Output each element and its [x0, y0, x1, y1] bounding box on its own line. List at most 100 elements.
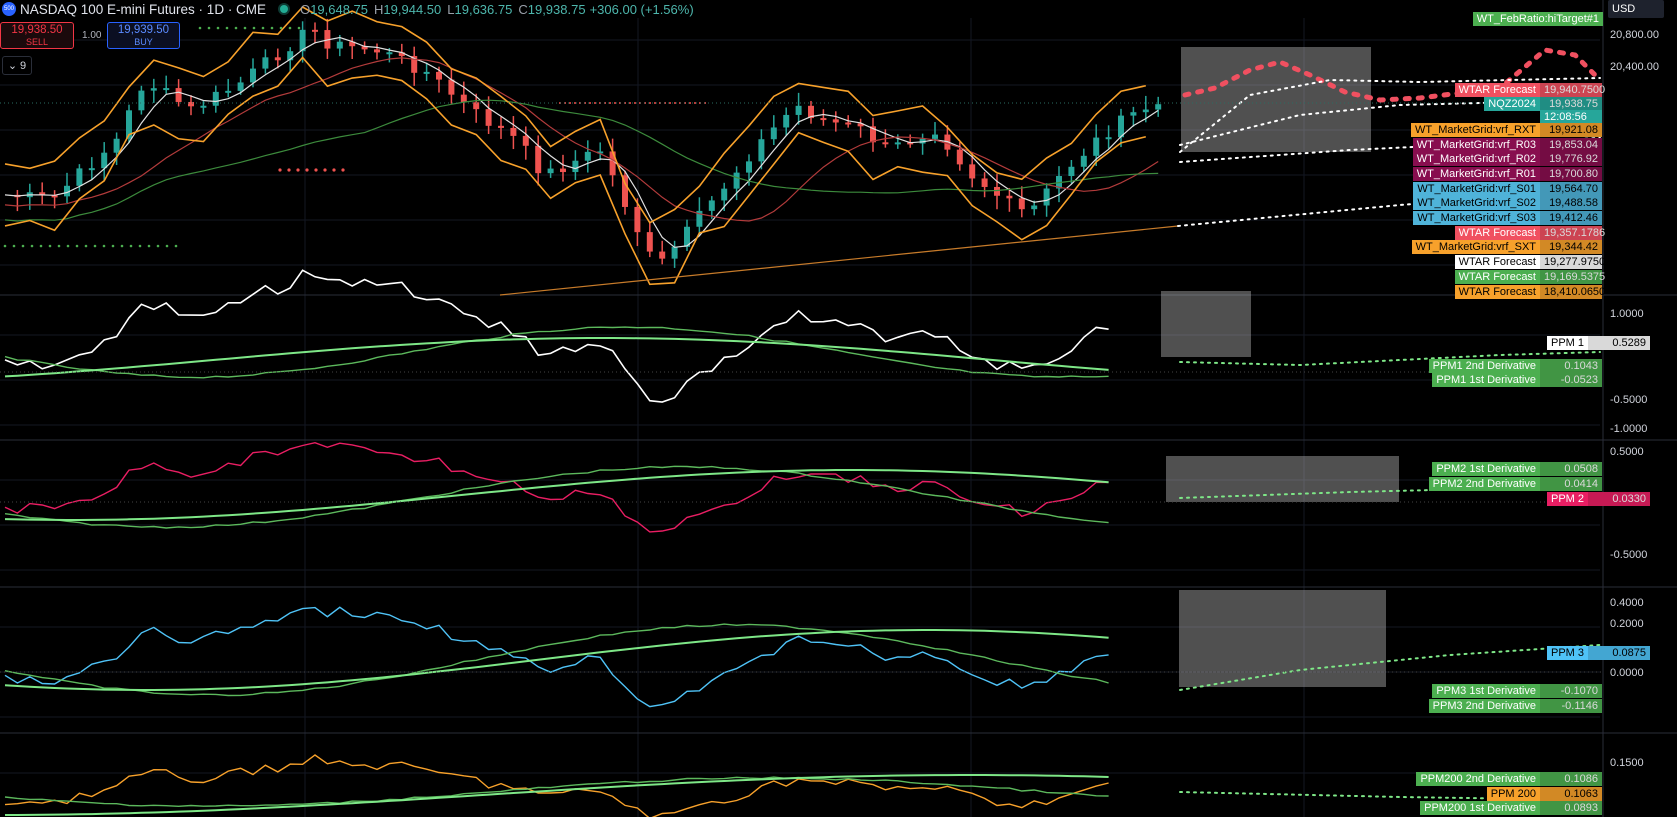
- marker-dot: [66, 244, 70, 248]
- price-label[interactable]: WT_MarketGrid:vrf_SXT 19,344.42: [1411, 240, 1602, 254]
- price-label-name: WT_MarketGrid:vrf_R01: [1412, 167, 1540, 181]
- ppm2-label[interactable]: PPM2 2nd Derivative 0.0414: [1428, 477, 1602, 491]
- marker-dot: [75, 244, 79, 248]
- price-label-name: WTAR Forecast: [1454, 285, 1540, 299]
- ppm2-label-name: PPM2 2nd Derivative: [1428, 477, 1540, 491]
- candle-body: [721, 188, 728, 201]
- price-label[interactable]: WTAR Forecast 19,357.1786: [1454, 226, 1605, 240]
- ppm1-label[interactable]: PPM1 2nd Derivative 0.1043: [1428, 359, 1602, 373]
- price-scale-tick: 20,400.00: [1610, 61, 1659, 73]
- price-label-value: 19,277.9750: [1540, 255, 1605, 269]
- candle-body: [820, 118, 827, 121]
- ppm2-label-value: 0.0330: [1588, 492, 1650, 506]
- price-label[interactable]: WT_MarketGrid:vrf_RXT 19,921.08: [1410, 123, 1602, 137]
- price-label-value: 19,169.5375: [1540, 270, 1605, 284]
- ppm3-label[interactable]: PPM3 2nd Derivative -0.1146: [1428, 699, 1602, 713]
- ppm2-label[interactable]: PPM 2 0.0330: [1546, 492, 1650, 506]
- indicators-count: 9: [20, 59, 27, 72]
- price-label[interactable]: WT_MarketGrid:vrf_S02 19,488.58: [1413, 196, 1602, 210]
- currency-selector[interactable]: USD: [1608, 0, 1664, 18]
- ppm200-1st-derivative: [4, 776, 1109, 808]
- candle-body: [1105, 137, 1112, 140]
- marker-dot: [174, 244, 178, 248]
- ppm200-line: [4, 754, 1109, 817]
- marker-dot: [216, 26, 220, 30]
- price-label[interactable]: WT_MarketGrid:vrf_R01 19,700.80: [1412, 167, 1602, 181]
- marker-dot: [21, 244, 25, 248]
- marker-dot: [39, 244, 43, 248]
- ppm1-line: [4, 269, 1109, 403]
- marker-dot: [589, 102, 591, 104]
- marker-dot: [30, 244, 34, 248]
- marker-dot: [93, 244, 97, 248]
- marker-dot: [569, 102, 571, 104]
- ppm2-label-value: 0.0508: [1540, 462, 1602, 476]
- price-label[interactable]: WT_MarketGrid:vrf_R03 19,853.04: [1412, 138, 1602, 152]
- price-label-name: NQZ2024: [1484, 97, 1540, 111]
- ppm200-label[interactable]: PPM200 2nd Derivative 0.1086: [1416, 772, 1602, 786]
- marker-dot: [243, 26, 247, 30]
- order-quantity[interactable]: 1.00: [82, 30, 101, 41]
- candle-body: [1068, 166, 1075, 177]
- price-label[interactable]: WTAR Forecast 19,940.7500: [1454, 83, 1605, 97]
- buy-button[interactable]: 19,939.50 BUY: [107, 22, 180, 49]
- candle-body: [336, 41, 343, 49]
- marker-dot: [649, 102, 651, 104]
- market-status-icon[interactable]: [280, 5, 289, 13]
- candle-body: [1155, 104, 1162, 110]
- marker-dot: [225, 26, 229, 30]
- candle-body: [250, 68, 256, 83]
- ppm2-label[interactable]: PPM2 1st Derivative 0.0508: [1432, 462, 1602, 476]
- buy-price: 19,939.50: [117, 24, 170, 36]
- price-label[interactable]: WTAR Forecast 19,169.5375: [1454, 270, 1605, 284]
- ppm1-label-name: PPM1 2nd Derivative: [1428, 359, 1540, 373]
- ppm3-label[interactable]: PPM3 1st Derivative -0.1070: [1432, 684, 1602, 698]
- price-label-name: WTAR Forecast: [1454, 226, 1540, 240]
- marker-dot: [138, 244, 142, 248]
- marker-dot: [594, 102, 596, 104]
- sell-button[interactable]: 19,938.50 SELL: [0, 22, 74, 49]
- ppm1-label[interactable]: PPM1 1st Derivative -0.0523: [1432, 373, 1602, 387]
- marker-dot: [341, 168, 345, 172]
- price-label[interactable]: WT_MarketGrid:vrf_S03 19,412.46: [1413, 211, 1602, 225]
- candle-body: [1130, 112, 1137, 116]
- price-label-name: WT_FebRatio:hiTarget#1: [1472, 12, 1603, 26]
- ppm1-label[interactable]: PPM 1 0.5289: [1546, 336, 1650, 350]
- candle-body: [175, 88, 182, 102]
- marker-dot: [609, 102, 611, 104]
- price-label[interactable]: WTAR Forecast 19,277.9750: [1454, 255, 1605, 269]
- marker-dot: [674, 102, 676, 104]
- ppm3-scale-tick: 0.2000: [1610, 618, 1644, 630]
- price-label-name: WTAR Forecast: [1454, 83, 1540, 97]
- candle-body: [498, 125, 504, 128]
- ppm2-scale-tick: -0.5000: [1610, 549, 1648, 561]
- price-label-name: WTAR Forecast: [1454, 255, 1540, 269]
- ppm200-label[interactable]: PPM 200 0.1063: [1486, 787, 1602, 801]
- candle-body: [1080, 155, 1087, 167]
- ppm3-label[interactable]: PPM 3 0.0875: [1546, 646, 1650, 660]
- price-label[interactable]: WT_MarketGrid:vrf_S01 19,564.70: [1413, 182, 1602, 196]
- candle-body: [634, 206, 641, 233]
- price-scale-tick: 20,800.00: [1610, 29, 1659, 41]
- price-label-value: 19,488.58: [1540, 196, 1602, 210]
- candle-body: [262, 57, 269, 69]
- candle-body: [708, 200, 715, 211]
- marker-dot: [120, 244, 124, 248]
- marker-dot: [297, 26, 301, 30]
- ppm200-label[interactable]: PPM200 1st Derivative 0.0893: [1420, 801, 1602, 815]
- forecast-box: [1179, 590, 1386, 687]
- ppm1-2nd-derivative: [4, 337, 1109, 378]
- marker-dot: [156, 244, 160, 248]
- sell-label: SELL: [25, 37, 49, 47]
- price-label[interactable]: WT_FebRatio:hiTarget#1: [1472, 12, 1603, 26]
- price-label-value: 19,357.1786: [1540, 226, 1605, 240]
- indicators-toggle-button[interactable]: ⌄ 9: [2, 56, 32, 75]
- candle-body: [101, 152, 108, 169]
- symbol-title[interactable]: NASDAQ 100 E-mini Futures · 1D · CME: [20, 2, 266, 17]
- symbol-header: 500 NASDAQ 100 E-mini Futures · 1D · CME…: [0, 0, 698, 18]
- price-label[interactable]: WTAR Forecast 18,410.0650: [1454, 285, 1605, 299]
- price-label[interactable]: NQZ2024 19,938.75: [1484, 97, 1602, 111]
- price-label[interactable]: WT_MarketGrid:vrf_R02 19,776.92: [1412, 152, 1602, 166]
- ppm3-scale-tick: 0.4000: [1610, 597, 1644, 609]
- candle-body: [746, 161, 752, 173]
